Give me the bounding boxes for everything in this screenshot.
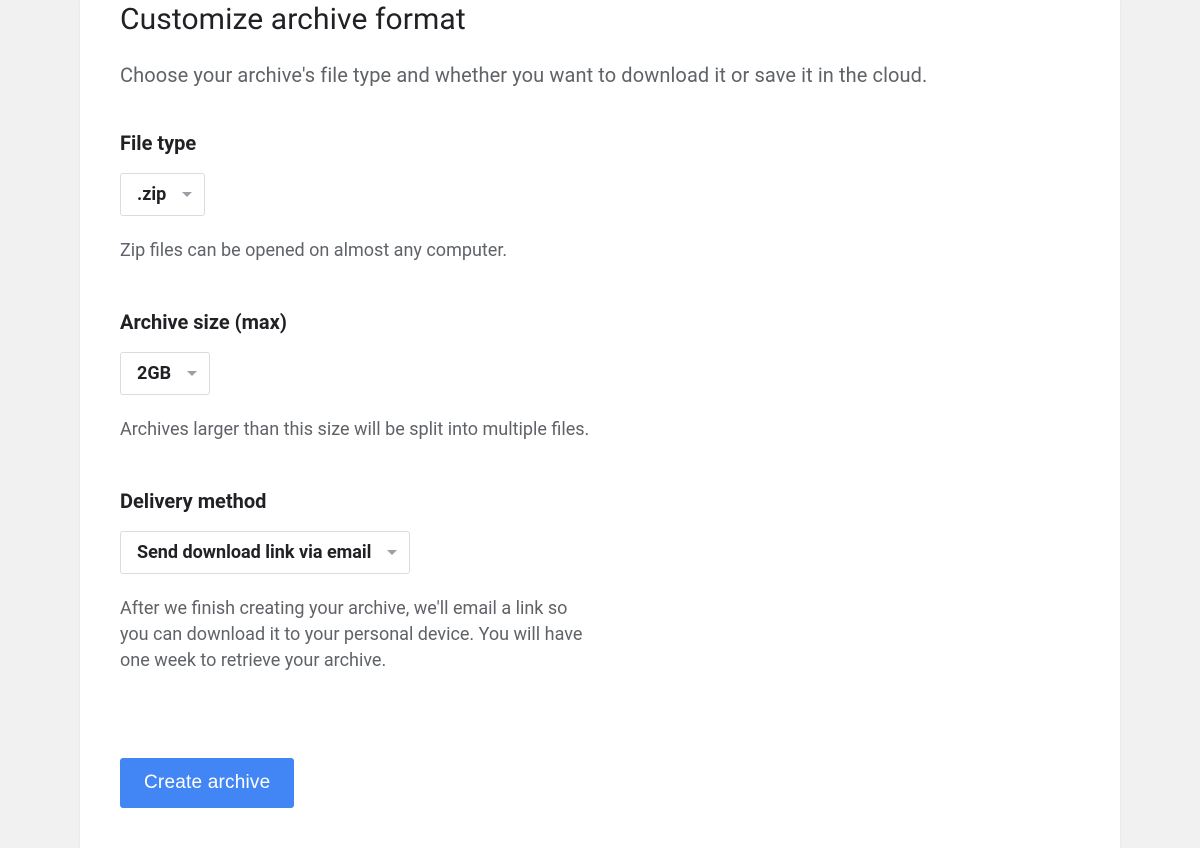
delivery-heading: Delivery method — [120, 489, 590, 513]
chevron-down-icon — [182, 192, 192, 197]
page-subtitle: Choose your archive's file type and whet… — [120, 63, 1080, 87]
file-type-value: .zip — [137, 184, 166, 205]
file-type-heading: File type — [120, 131, 590, 155]
page-title: Customize archive format — [120, 0, 1080, 37]
file-type-helper: Zip files can be opened on almost any co… — [120, 238, 590, 264]
delivery-helper: After we finish creating your archive, w… — [120, 596, 590, 674]
archive-size-dropdown[interactable]: 2GB — [120, 352, 210, 395]
chevron-down-icon — [387, 550, 397, 555]
archive-size-helper: Archives larger than this size will be s… — [120, 417, 590, 443]
archive-size-value: 2GB — [137, 363, 171, 384]
archive-format-card: Customize archive format Choose your arc… — [80, 0, 1120, 848]
create-archive-button[interactable]: Create archive — [120, 758, 294, 808]
chevron-down-icon — [187, 371, 197, 376]
delivery-dropdown[interactable]: Send download link via email — [120, 531, 410, 574]
delivery-section: Delivery method Send download link via e… — [120, 489, 590, 674]
archive-size-heading: Archive size (max) — [120, 310, 590, 334]
file-type-dropdown[interactable]: .zip — [120, 173, 205, 216]
delivery-value: Send download link via email — [137, 542, 371, 563]
file-type-section: File type .zip Zip files can be opened o… — [120, 131, 590, 264]
archive-size-section: Archive size (max) 2GB Archives larger t… — [120, 310, 590, 443]
